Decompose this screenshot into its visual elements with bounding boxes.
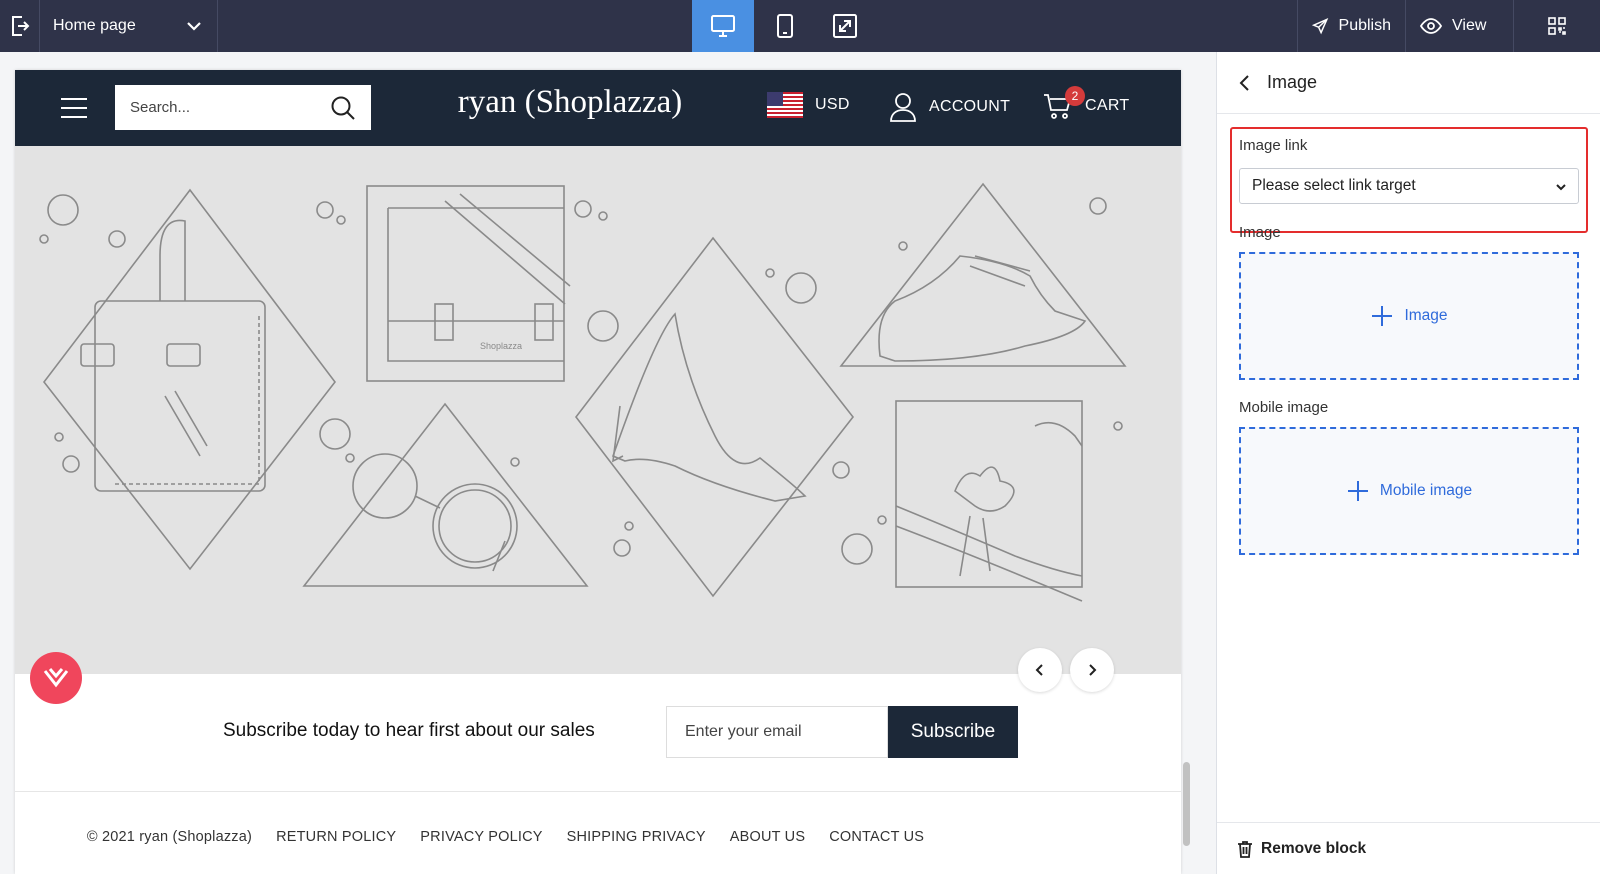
cart-label: CART	[1085, 97, 1130, 114]
us-flag-icon	[767, 92, 803, 118]
cart-link[interactable]: CART	[1043, 92, 1129, 120]
store-header: Search... ryan (Shoplazza) USD ACCOUNT C…	[15, 70, 1181, 146]
menu-icon[interactable]	[61, 98, 87, 118]
link-target-value: Please select link target	[1252, 177, 1416, 194]
fullscreen-view-button[interactable]	[814, 0, 876, 52]
image-upload-area[interactable]: Image	[1239, 252, 1579, 380]
mobile-image-upload-label: Mobile image	[1379, 482, 1473, 499]
tablet-view-button[interactable]	[754, 0, 816, 52]
account-label: ACCOUNT	[929, 98, 1011, 115]
search-placeholder: Search...	[130, 99, 191, 116]
remove-block-label: Remove block	[1261, 839, 1367, 857]
account-link[interactable]: ACCOUNT	[889, 92, 1010, 122]
footer-link-return-policy[interactable]: RETURN POLICY	[276, 829, 396, 845]
back-arrow-icon[interactable]	[1237, 74, 1253, 92]
user-icon	[890, 93, 916, 122]
search-icon	[331, 96, 355, 120]
publish-button[interactable]: Publish	[1297, 0, 1405, 52]
preview-scrollbar[interactable]	[1183, 762, 1190, 846]
settings-panel: Image Image link Please select link targ…	[1216, 52, 1600, 874]
cart-count-badge: 2	[1065, 86, 1085, 106]
image-link-label: Image link	[1239, 137, 1308, 154]
page-selector[interactable]: Home page	[40, 0, 218, 52]
expand-icon	[833, 14, 857, 38]
panel-header: Image	[1217, 52, 1600, 114]
footer-link-shipping-privacy[interactable]: SHIPPING PRIVACY	[567, 829, 706, 845]
subscribe-text: Subscribe today to hear first about our …	[223, 720, 595, 741]
mobile-image-label: Mobile image	[1239, 399, 1329, 416]
view-label: View	[1452, 17, 1487, 34]
desktop-icon	[711, 15, 735, 37]
plus-icon	[1372, 306, 1393, 326]
tablet-icon	[777, 14, 793, 38]
exit-editor-button[interactable]	[0, 0, 40, 52]
plus-icon	[1347, 481, 1368, 501]
currency-selector[interactable]: USD	[767, 92, 850, 118]
newsletter-section: Subscribe today to hear first about our …	[15, 674, 1181, 792]
chevron-down-icon	[1556, 184, 1566, 191]
store-preview: Search... ryan (Shoplazza) USD ACCOUNT C…	[15, 70, 1181, 874]
store-footer: © 2021 ryan (Shoplazza) RETURN POLICY PR…	[15, 822, 1181, 852]
email-input[interactable]: Enter your email	[666, 706, 888, 758]
editor-toolbar: Home page Publish View	[0, 0, 1600, 52]
footer-link-about-us[interactable]: ABOUT US	[730, 829, 805, 845]
qr-code-icon	[1548, 17, 1566, 35]
store-title[interactable]: ryan (Shoplazza)	[405, 84, 735, 121]
link-target-select[interactable]: Please select link target	[1239, 168, 1579, 204]
panel-title: Image	[1267, 72, 1318, 92]
image-upload-label: Image	[1404, 307, 1448, 324]
banner-brand-text: Shoplazza	[480, 341, 522, 351]
qr-code-button[interactable]	[1513, 0, 1600, 52]
desktop-view-button[interactable]	[692, 0, 754, 52]
view-button[interactable]: View	[1405, 0, 1513, 52]
send-icon	[1312, 17, 1329, 35]
mobile-image-upload-area[interactable]: Mobile image	[1239, 427, 1579, 555]
page-selector-label: Home page	[53, 17, 136, 34]
footer-link-privacy-policy[interactable]: PRIVACY POLICY	[420, 829, 542, 845]
store-search-input[interactable]: Search...	[115, 85, 371, 130]
currency-label: USD	[815, 96, 850, 113]
banner-illustration: Shoplazza	[39, 182, 1127, 602]
trash-icon	[1238, 840, 1252, 858]
footer-link-contact-us[interactable]: CONTACT US	[829, 829, 924, 845]
footer-copyright: © 2021 ryan (Shoplazza)	[86, 829, 253, 845]
remove-block-button[interactable]: Remove block	[1217, 822, 1600, 874]
image-label: Image	[1239, 224, 1281, 241]
publish-label: Publish	[1338, 17, 1391, 34]
chevron-down-icon	[187, 22, 201, 31]
exit-icon	[11, 16, 29, 36]
hero-banner[interactable]: Shoplazza	[15, 146, 1181, 674]
eye-icon	[1420, 18, 1442, 34]
subscribe-button[interactable]: Subscribe	[888, 706, 1018, 758]
